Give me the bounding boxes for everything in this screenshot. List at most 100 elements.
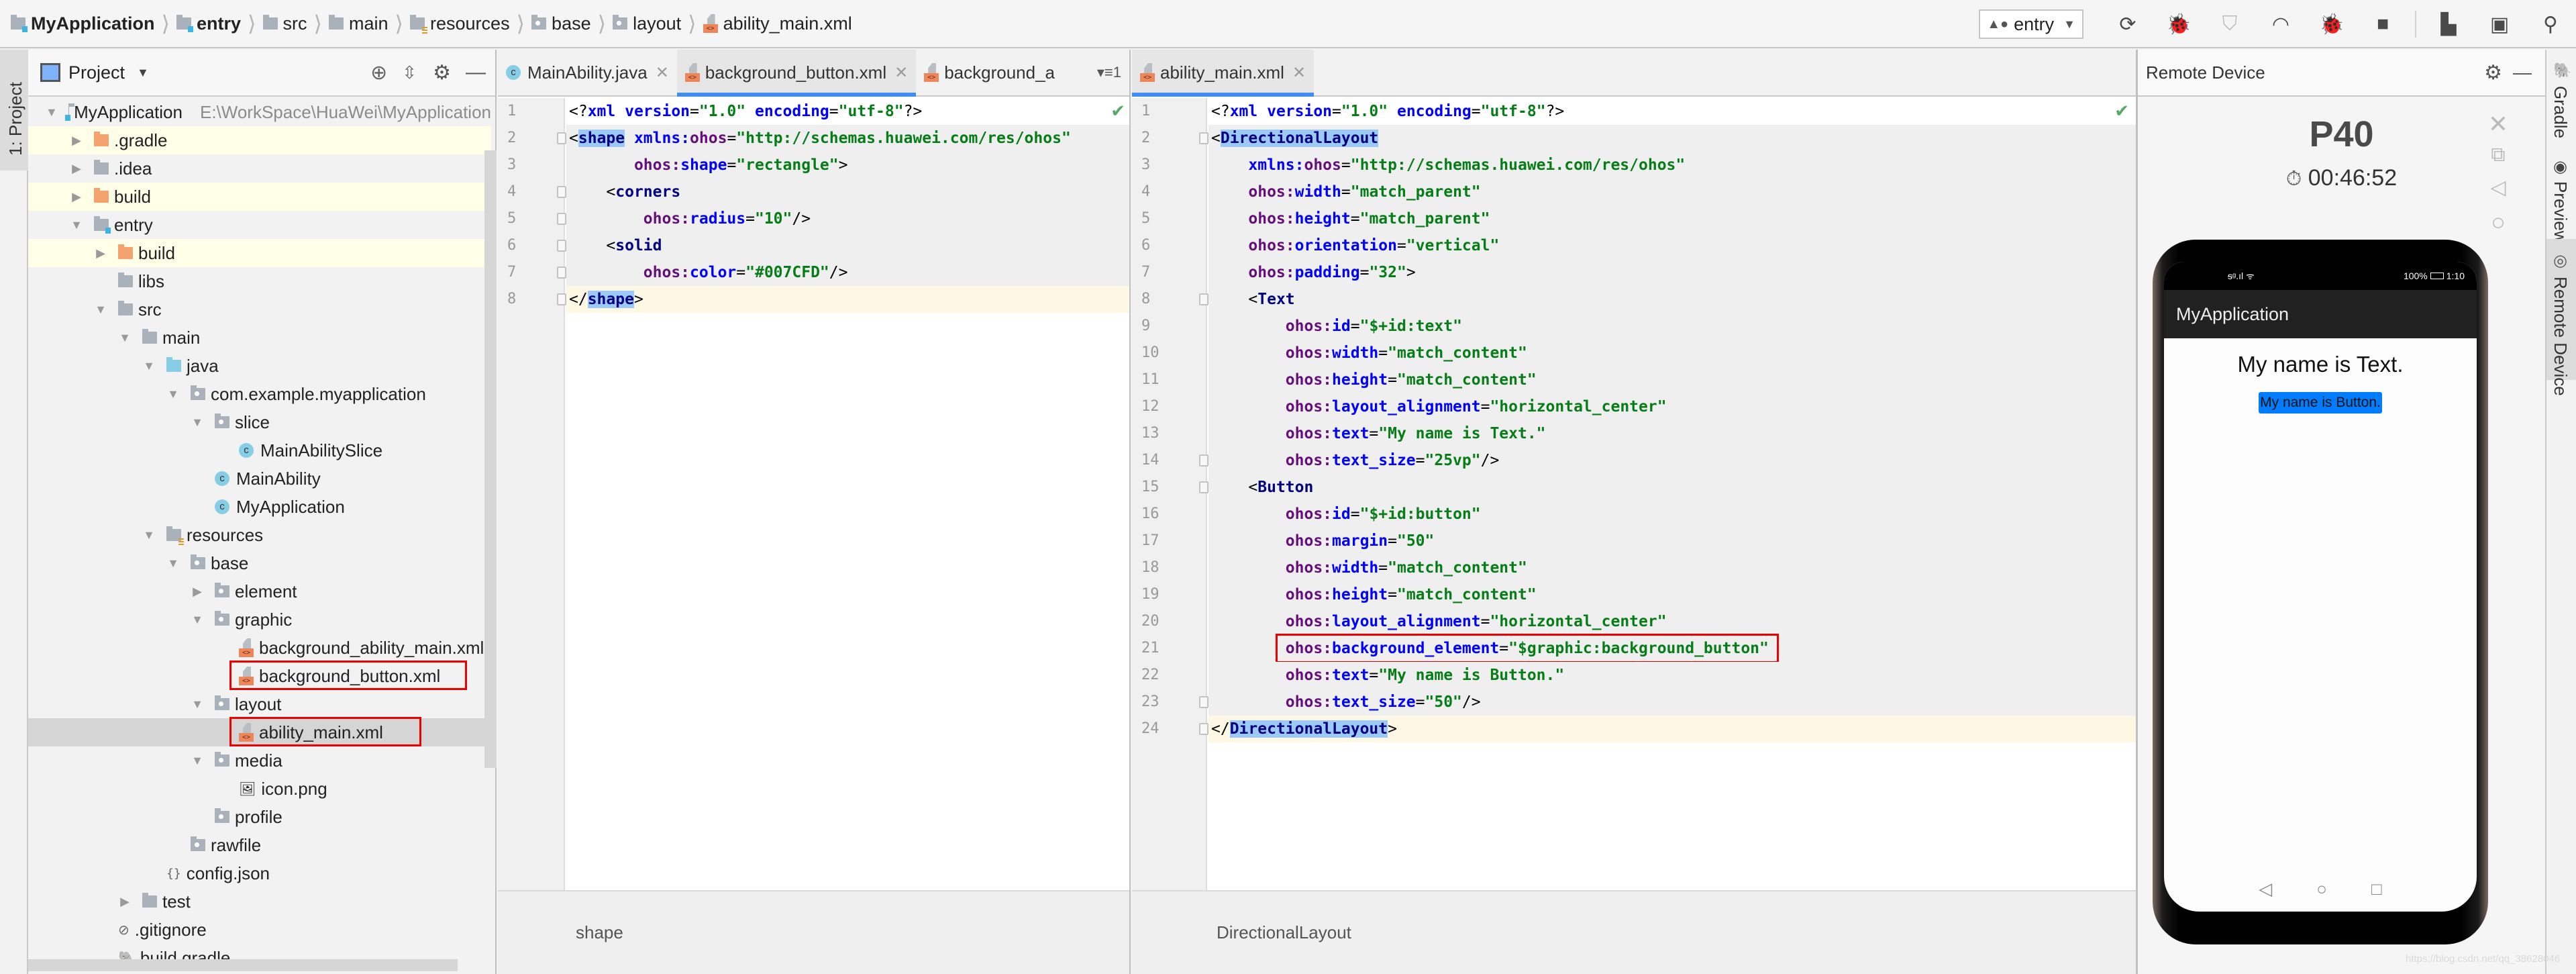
breadcrumb-item[interactable]: entry ⟩ [176, 0, 263, 48]
breadcrumb-item[interactable]: MyApplication ⟩ [11, 0, 176, 48]
code-line[interactable]: <Button [1208, 474, 2136, 501]
rerun-icon[interactable]: ⟳ [2116, 12, 2140, 36]
code-area[interactable]: <?xml version="1.0" encoding="utf-8"?> <D… [1208, 98, 2136, 890]
vertical-scrollbar[interactable] [484, 150, 497, 768]
tree-item[interactable]: ▼ resources [28, 521, 491, 549]
code-line[interactable]: ohos:background_element="$graphic:backgr… [1208, 634, 2136, 663]
code-line[interactable]: ohos:width="match_content" [1208, 340, 2136, 367]
code-line[interactable]: <DirectionalLayout [1208, 125, 2136, 152]
expand-arrow-icon[interactable]: ▼ [70, 218, 83, 232]
close-tab-icon[interactable]: ✕ [656, 63, 669, 83]
breadcrumb-item[interactable]: ability_main.xml [703, 0, 852, 48]
code-line[interactable]: <?xml version="1.0" encoding="utf-8"?> [566, 98, 1129, 125]
editor-tab[interactable]: c MainAbility.java ✕ [498, 50, 677, 95]
tree-item[interactable]: libs [28, 267, 491, 295]
breadcrumb-item[interactable]: src ⟩ [262, 0, 329, 48]
fold-marker-icon[interactable] [1199, 132, 1208, 144]
fold-marker-icon[interactable] [1199, 696, 1208, 708]
fold-marker-icon[interactable] [557, 132, 566, 144]
rotate-screen-icon[interactable]: ⧉ [2485, 144, 2512, 166]
tree-item[interactable]: ▼ base [28, 549, 491, 577]
tree-item[interactable]: ▼ src [28, 295, 491, 324]
tree-item[interactable]: ▶ test [28, 887, 491, 916]
tree-item[interactable]: ability_main.xml [28, 717, 491, 746]
code-line[interactable]: </shape> [566, 286, 1129, 313]
code-line[interactable]: ohos:text="My name is Button." [1208, 662, 2136, 689]
tree-item[interactable]: ▼ MyApplication E:\WorkSpace\HuaWei\MyAppl… [28, 98, 491, 126]
gradle-tool-tab[interactable]: Gradle [2550, 86, 2571, 138]
code-line[interactable]: ohos:width="match_content" [1208, 554, 2136, 581]
breadcrumb-item[interactable]: main ⟩ [329, 0, 410, 48]
project-tool-tab[interactable]: 1: Project [0, 50, 28, 171]
code-line[interactable]: ohos:margin="50" [1208, 528, 2136, 554]
tree-item[interactable]: rawfile [28, 831, 491, 859]
expand-arrow-icon[interactable]: ▼ [191, 613, 204, 627]
fold-marker-icon[interactable] [557, 213, 566, 225]
fold-marker-icon[interactable] [557, 186, 566, 198]
breadcrumb-item[interactable]: layout ⟩ [613, 0, 703, 48]
tree-item[interactable]: ▼ layout [28, 690, 491, 718]
home-key-icon[interactable]: ○ [2316, 879, 2327, 899]
attach-debugger-icon[interactable]: 🐞 [2319, 12, 2344, 36]
code-line[interactable]: xmlns:ohos="http://schemas.huawei.com/re… [1208, 152, 2136, 179]
tab-overflow-button[interactable]: ▾≡ 1 [1089, 50, 1129, 95]
fold-marker-icon[interactable] [557, 293, 566, 305]
collapse-arrow-icon[interactable]: ▶ [70, 190, 83, 204]
collapse-arrow-icon[interactable]: ▶ [191, 585, 204, 599]
device-manager-icon[interactable]: ▣ [2487, 12, 2512, 36]
horizontal-scrollbar[interactable] [28, 959, 458, 971]
minimize-icon[interactable]: — [466, 61, 486, 84]
fold-marker-icon[interactable] [1199, 454, 1208, 467]
breadcrumb-item[interactable]: resources ⟩ [410, 0, 531, 48]
code-line[interactable]: <?xml version="1.0" encoding="utf-8"?> [1208, 98, 2136, 125]
editor-tab[interactable]: background_button.xml ✕ [676, 50, 917, 97]
structure-breadcrumb[interactable]: shape [576, 922, 623, 943]
code-line[interactable]: ohos:height="match_content" [1208, 581, 2136, 608]
code-line[interactable]: ohos:text="My name is Text." [1208, 420, 2136, 447]
phone-screen[interactable]: ᵴᵍ.ıl ᯤ 100% 1:10 MyApplication My name … [2164, 262, 2477, 912]
expand-arrow-icon[interactable]: ▼ [118, 331, 132, 345]
stop-icon[interactable]: ■ [2371, 12, 2395, 36]
recents-key-icon[interactable]: □ [2371, 879, 2382, 899]
code-line[interactable]: ohos:color="#007CFD"/> [566, 259, 1129, 286]
tree-item[interactable]: ▶ .gradle [28, 126, 491, 154]
tree-item[interactable]: profile [28, 803, 491, 831]
run-configuration-select[interactable]: ▲● entry ▼ [1979, 9, 2083, 39]
tree-item[interactable]: ▶ build [28, 183, 491, 211]
collapse-all-icon[interactable]: ⇳ [402, 62, 417, 83]
tree-item[interactable]: background_button.xml [28, 661, 491, 690]
code-line[interactable]: ohos:height="match_parent" [1208, 205, 2136, 232]
code-line[interactable]: ohos:layout_alignment="horizontal_center… [1208, 393, 2136, 420]
tree-item[interactable]: {} config.json [28, 859, 491, 887]
back-key-icon[interactable]: ◁ [2259, 879, 2272, 899]
tree-item[interactable]: ▶ element [28, 577, 491, 605]
code-line[interactable]: ohos:width="match_parent" [1208, 179, 2136, 205]
tree-item[interactable]: ▶ build [28, 239, 491, 267]
expand-arrow-icon[interactable]: ▼ [46, 105, 58, 119]
code-line[interactable]: ohos:padding="32"> [1208, 259, 2136, 286]
tree-item[interactable]: background_ability_main.xml [28, 634, 491, 662]
tree-item[interactable]: c MainAbilitySlice [28, 436, 491, 465]
expand-arrow-icon[interactable]: ▼ [142, 359, 156, 373]
coverage-icon[interactable]: ⛉ [2218, 12, 2242, 36]
back-key-icon[interactable]: ◁ [2485, 176, 2512, 199]
close-tab-icon[interactable]: ✕ [894, 63, 908, 83]
code-line[interactable]: ohos:radius="10"/> [566, 205, 1129, 232]
expand-arrow-icon[interactable]: ▼ [142, 528, 156, 542]
minimize-icon[interactable]: — [2513, 62, 2532, 83]
tree-item[interactable]: 🖼 icon.png [28, 775, 491, 803]
code-line[interactable]: ohos:id="$+id:text" [1208, 313, 2136, 340]
gear-icon[interactable]: ⚙ [2484, 61, 2502, 85]
editor-tab[interactable]: background_a [916, 50, 1063, 95]
code-area[interactable]: <?xml version="1.0" encoding="utf-8"?> <s… [566, 98, 1129, 890]
collapse-arrow-icon[interactable]: ▶ [94, 246, 107, 260]
breadcrumb-item[interactable]: base ⟩ [531, 0, 613, 48]
editor-tab[interactable]: ability_main.xml ✕ [1132, 50, 1315, 97]
tree-item[interactable]: ⊘ .gitignore [28, 916, 491, 944]
tree-item[interactable]: ▼ entry [28, 211, 491, 239]
code-line[interactable]: <solid [566, 232, 1129, 259]
fold-marker-icon[interactable] [557, 266, 566, 279]
tree-item[interactable]: c MyApplication [28, 493, 491, 521]
code-line[interactable]: ohos:shape="rectangle"> [566, 152, 1129, 179]
code-line[interactable]: ohos:height="match_content" [1208, 367, 2136, 393]
